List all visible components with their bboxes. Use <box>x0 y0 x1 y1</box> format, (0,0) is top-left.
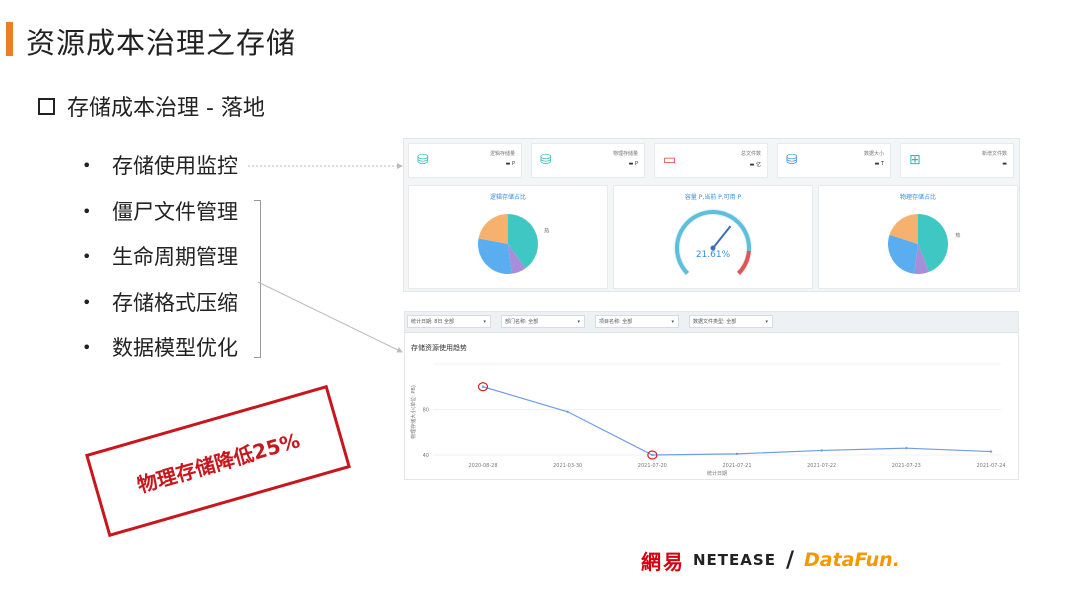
logo-separator: / <box>785 547 794 573</box>
y-tick-label: 80 <box>423 408 429 414</box>
x-tick-label: 2021-07-20 <box>638 463 667 469</box>
y-axis-label: 物理存储大小(单位: PB) <box>410 385 417 439</box>
pie-label: 热 <box>544 227 549 234</box>
title-accent-bar <box>6 22 13 56</box>
x-tick-label: 2021-07-22 <box>807 463 836 469</box>
list-item: • 僵尸文件管理 <box>82 199 238 224</box>
data-point <box>651 453 654 457</box>
database-icon: ⛁ <box>540 152 552 168</box>
capacity-gauge-panel: 容量 P,当前 P,可用 P 21.61% <box>613 185 813 289</box>
storage-trend-panel: 统计日期: 8日 全部 ▾ 部门名称: 全部 ▾ 项目名称: 全部 ▾ 数据文件类型:… <box>404 311 1019 480</box>
y-tick-label: 40 <box>423 453 429 459</box>
data-point <box>905 446 908 450</box>
database-icon: ⛁ <box>417 152 429 168</box>
x-tick-label: 2021-07-24 <box>976 463 1005 469</box>
netease-logo-en: NetEase <box>693 551 776 569</box>
result-stamp: 物理存储降低25% <box>85 384 351 538</box>
datafun-logo: DataFun. <box>803 549 900 571</box>
data-point <box>566 410 569 413</box>
storage-dashboard: ⛁ 逻辑存储量 ▬ P ⛁ 物理存储量 ▬ P ▭ 总文件数 ▬ 亿 ⛁ 数据大… <box>403 138 1020 292</box>
list-item: • 生命周期管理 <box>82 245 238 269</box>
x-tick-label: 2021-07-21 <box>722 463 751 469</box>
pie-label: 热 <box>955 232 960 239</box>
data-point <box>481 385 485 388</box>
series-line <box>482 386 992 456</box>
folder-plus-icon: ⊞ <box>909 152 921 168</box>
connector-trend <box>257 281 403 353</box>
data-point <box>735 452 739 456</box>
footer-logo: 網易 NetEase / DataFun. <box>641 543 900 577</box>
folder-icon: ▭ <box>663 152 677 168</box>
list-item: • 存储使用监控 <box>82 154 238 178</box>
list-item: • 数据模型优化 <box>82 336 238 360</box>
logical-storage-pie-panel: 逻辑存储占比 热 <box>408 185 608 289</box>
bullet-list: • 存储使用监控 • 僵尸文件管理 • 生命周期管理 • 存储格式压缩 • 数据模型优化 <box>82 150 238 378</box>
capacity-gauge <box>674 209 752 276</box>
gauge-arc <box>675 210 751 275</box>
logical-storage-pie: 热 <box>478 214 549 274</box>
bullet-bracket <box>254 200 261 358</box>
database-icon: ⛁ <box>786 152 798 168</box>
gauge-percent-label: 21.61% <box>695 250 731 260</box>
section-subtitle: 存储成本治理 - 落地 <box>38 90 265 122</box>
data-point <box>820 449 823 452</box>
x-tick-label: 2020-08-28 <box>468 463 497 469</box>
metric-card: ⊞ 新增文件数 ▬ <box>900 143 1014 178</box>
x-tick-label: 2021-03-30 <box>553 463 582 469</box>
checkbox-square-icon <box>38 97 55 115</box>
page-title: 资源成本治理之存储 <box>26 26 297 60</box>
metric-card: ▭ 总文件数 ▬ 亿 <box>654 143 768 178</box>
metric-card: ⛁ 逻辑存储量 ▬ P <box>408 143 522 178</box>
gauge-needle <box>712 225 732 249</box>
physical-storage-pie: 热 <box>888 214 960 274</box>
stamp-text: 物理存储降低25% <box>134 427 303 498</box>
x-axis-label: 统计日期 <box>707 470 727 477</box>
x-tick-label: 2021-07-23 <box>892 463 921 469</box>
subtitle-text: 存储成本治理 - 落地 <box>67 96 265 121</box>
metric-card: ⛁ 数据大小 ▬ T <box>777 143 891 178</box>
physical-storage-pie-panel: 物理存储占比 热 <box>818 185 1018 289</box>
list-item: • 存储格式压缩 <box>82 290 238 315</box>
metric-card: ⛁ 物理存储量 ▬ P <box>531 143 645 178</box>
netease-logo-cn: 網易 <box>641 549 685 574</box>
data-point <box>989 450 993 453</box>
trend-line-chart: 80 40 物理存储大小(单位: PB) 统计日期 2020-08-28 2021-03-… <box>410 363 1006 477</box>
